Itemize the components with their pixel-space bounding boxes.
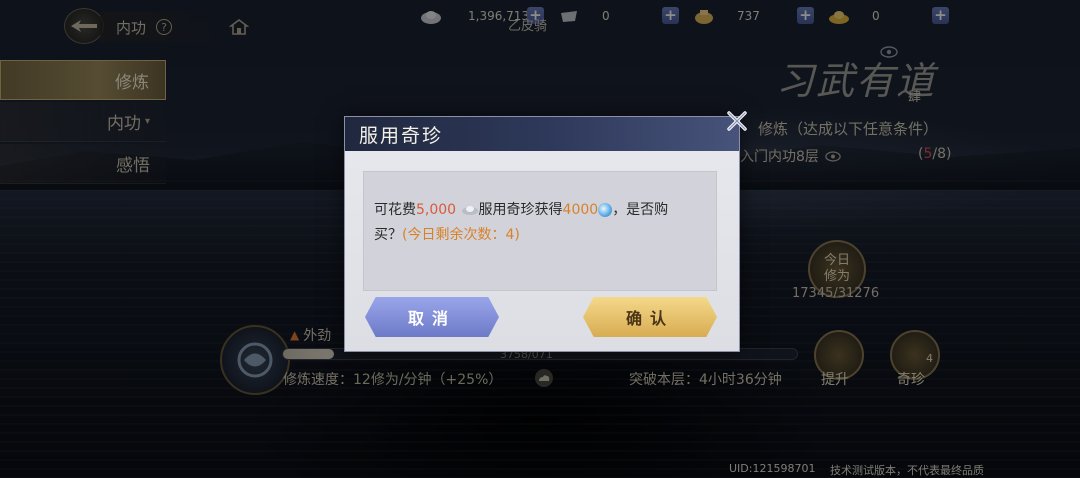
- close-dialog-button[interactable]: [722, 106, 752, 136]
- msg-line2a: 买？: [374, 227, 402, 243]
- dialog-title: 服用奇珍: [359, 124, 444, 147]
- msg-suffix: ，是否购: [612, 202, 669, 218]
- msg-cost: 5,000: [416, 202, 457, 218]
- msg-gain: 4000: [562, 202, 599, 218]
- msg-line2c: ): [514, 227, 520, 243]
- confirm-button-label: 确认: [625, 309, 674, 328]
- msg-line2b: (今日剩余次数：: [402, 227, 506, 243]
- msg-prefix: 可花费: [374, 202, 416, 218]
- msg-middle: 服用奇珍获得: [478, 202, 563, 218]
- confirm-dialog: 服用奇珍 可花费5,000 服用奇珍获得4000 ，是否购 买？(今日剩余次数：4…: [344, 116, 740, 352]
- silver-ingot-icon: [461, 206, 478, 215]
- spirit-gem-icon: [598, 203, 613, 217]
- confirm-button[interactable]: 确认: [583, 297, 717, 337]
- cancel-button-label: 取消: [407, 309, 456, 328]
- dialog-header: 服用奇珍: [345, 117, 739, 151]
- close-icon: [727, 111, 747, 131]
- cancel-button[interactable]: 取消: [365, 297, 499, 337]
- dialog-message: 可花费5,000 服用奇珍获得4000 ，是否购 买？(今日剩余次数：4): [363, 171, 717, 291]
